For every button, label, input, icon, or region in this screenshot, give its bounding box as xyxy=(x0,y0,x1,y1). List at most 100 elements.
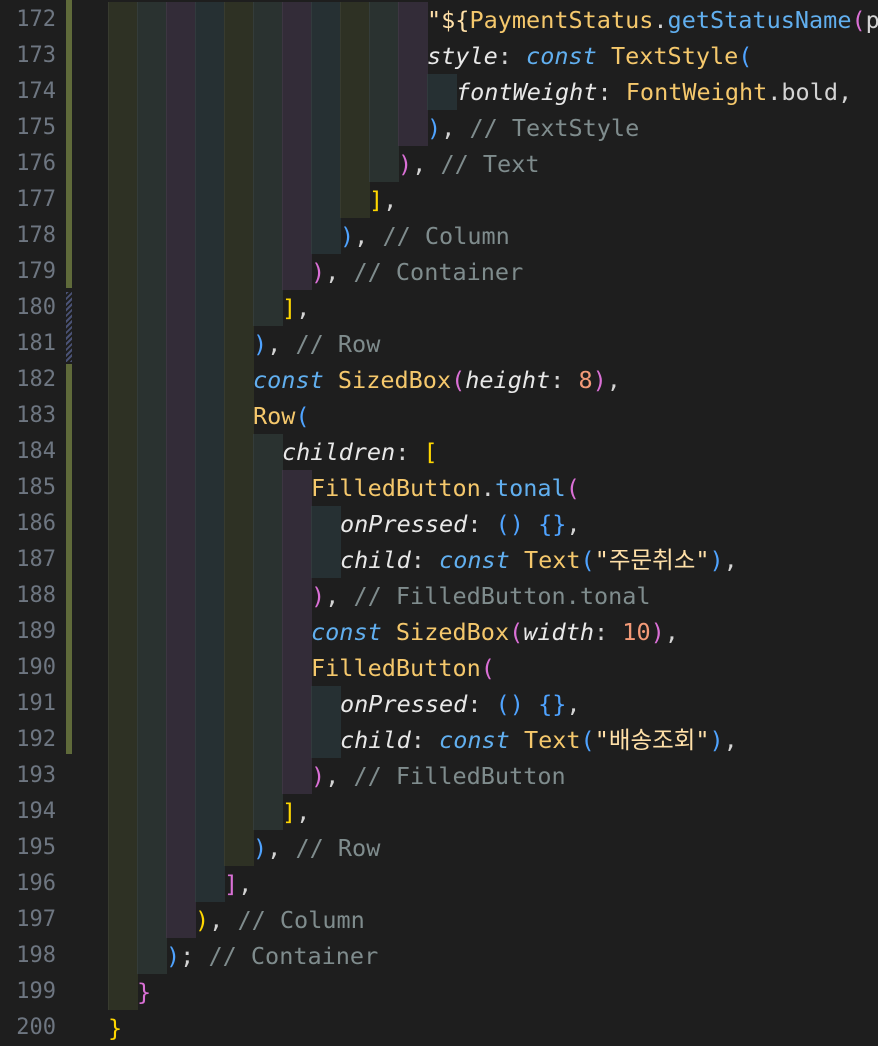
indent-guide xyxy=(195,578,225,614)
indent-guide xyxy=(282,758,312,794)
git-modified-marker xyxy=(66,0,72,288)
code-token: const xyxy=(311,618,382,646)
indent-guide xyxy=(166,470,196,506)
line-number: 179 xyxy=(16,259,56,284)
indent-guide xyxy=(137,218,167,254)
indent-guide xyxy=(195,362,225,398)
code-line[interactable]: ], xyxy=(224,866,252,902)
code-token: ) xyxy=(709,726,724,754)
indent-guide xyxy=(108,902,138,938)
indent-guide xyxy=(340,182,370,218)
indent-guide xyxy=(166,434,196,470)
code-token: p xyxy=(865,6,878,34)
code-line[interactable]: ], xyxy=(282,290,310,326)
code-line[interactable]: ), // Row xyxy=(253,326,380,362)
indent-guide xyxy=(340,110,370,146)
line-number: 176 xyxy=(16,151,56,176)
indent-guide xyxy=(253,182,283,218)
line-number: 173 xyxy=(16,43,56,68)
code-line[interactable]: onPressed: () {}, xyxy=(340,506,581,542)
code-line[interactable]: FilledButton.tonal( xyxy=(311,470,580,506)
indent-guide xyxy=(108,758,138,794)
code-token: const xyxy=(526,42,597,70)
indent-guide xyxy=(137,146,167,182)
indent-guide xyxy=(108,434,138,470)
indent-guide xyxy=(282,614,312,650)
code-token: ) xyxy=(427,114,442,142)
indent-guide xyxy=(108,182,138,218)
indent-guide xyxy=(311,506,341,542)
indent-guide xyxy=(137,686,167,722)
code-line[interactable]: ), // Column xyxy=(340,218,510,254)
code-line[interactable]: const SizedBox(height: 8), xyxy=(253,362,621,398)
code-token: "주문취소" xyxy=(594,546,710,574)
code-line[interactable]: ), // TextStyle xyxy=(427,110,639,146)
line-number: 200 xyxy=(16,1015,56,1040)
code-line[interactable]: children: [ xyxy=(282,434,438,470)
code-editor[interactable]: 172 173 174 175 176 177 178 179 180 181 182 183 184 1… xyxy=(0,0,878,1046)
code-token: ) xyxy=(592,366,607,394)
code-line[interactable]: ), // Text xyxy=(398,146,540,182)
code-line[interactable]: style: const TextStyle( xyxy=(427,38,752,74)
indent-guide xyxy=(398,110,428,146)
indent-guide xyxy=(195,74,225,110)
code-line[interactable]: onPressed: () {}, xyxy=(340,686,581,722)
indent-guide xyxy=(108,578,138,614)
code-token: PaymentStatus xyxy=(469,6,654,34)
code-line[interactable]: FilledButton( xyxy=(311,650,495,686)
code-token: ) xyxy=(709,546,724,574)
code-token: ( xyxy=(295,402,310,430)
code-line[interactable]: fontWeight: FontWeight.bold, xyxy=(456,74,852,110)
indent-guide xyxy=(137,326,167,362)
line-number: 178 xyxy=(16,223,56,248)
indent-guide xyxy=(166,650,196,686)
code-line[interactable]: "${PaymentStatus.getStatusName(p xyxy=(427,2,878,38)
code-token: , xyxy=(566,690,581,718)
indent-guide xyxy=(282,578,312,614)
code-token: , xyxy=(238,870,253,898)
indent-guide xyxy=(166,866,196,902)
line-number: 177 xyxy=(16,187,56,212)
indent-guide xyxy=(311,146,341,182)
code-token: {} xyxy=(538,510,567,538)
code-line[interactable]: child: const Text("배송조회"), xyxy=(340,722,738,758)
code-line[interactable]: child: const Text("주문취소"), xyxy=(340,542,738,578)
indent-guide xyxy=(369,110,399,146)
code-token: , xyxy=(664,618,679,646)
code-token: ) xyxy=(195,906,210,934)
code-token: height xyxy=(465,366,551,394)
indent-guide xyxy=(253,758,283,794)
code-line[interactable]: ], xyxy=(282,794,310,830)
code-line[interactable]: ), // FilledButton.tonal xyxy=(311,578,651,614)
indent-guide xyxy=(137,254,167,290)
code-line[interactable]: const SizedBox(width: 10), xyxy=(311,614,679,650)
indent-guide xyxy=(282,686,312,722)
indent-guide xyxy=(166,146,196,182)
indent-guide xyxy=(108,650,138,686)
code-line[interactable]: } xyxy=(108,1010,122,1046)
code-line[interactable]: ], xyxy=(369,182,397,218)
code-token: 10 xyxy=(622,618,651,646)
indent-guide xyxy=(311,686,341,722)
code-line[interactable]: ); // Container xyxy=(166,938,378,974)
code-line[interactable]: Row( xyxy=(253,398,310,434)
indent-guide xyxy=(108,398,138,434)
line-number: 182 xyxy=(16,367,56,392)
code-token: ] xyxy=(282,294,297,322)
indent-guide xyxy=(137,290,167,326)
code-line[interactable]: ), // Column xyxy=(195,902,365,938)
indent-guide xyxy=(224,650,254,686)
code-line[interactable]: ), // Container xyxy=(311,254,523,290)
code-token: ] xyxy=(282,798,297,826)
indent-guide xyxy=(166,290,196,326)
indent-guide xyxy=(195,722,225,758)
code-token: fontWeight xyxy=(456,78,598,106)
code-token: SizedBox xyxy=(395,618,510,646)
code-line[interactable]: ), // Row xyxy=(253,830,380,866)
indent-guide xyxy=(195,398,225,434)
indent-guide xyxy=(224,506,254,542)
code-line[interactable]: } xyxy=(137,974,151,1010)
code-line[interactable]: ), // FilledButton xyxy=(311,758,566,794)
indent-guide xyxy=(108,38,138,74)
